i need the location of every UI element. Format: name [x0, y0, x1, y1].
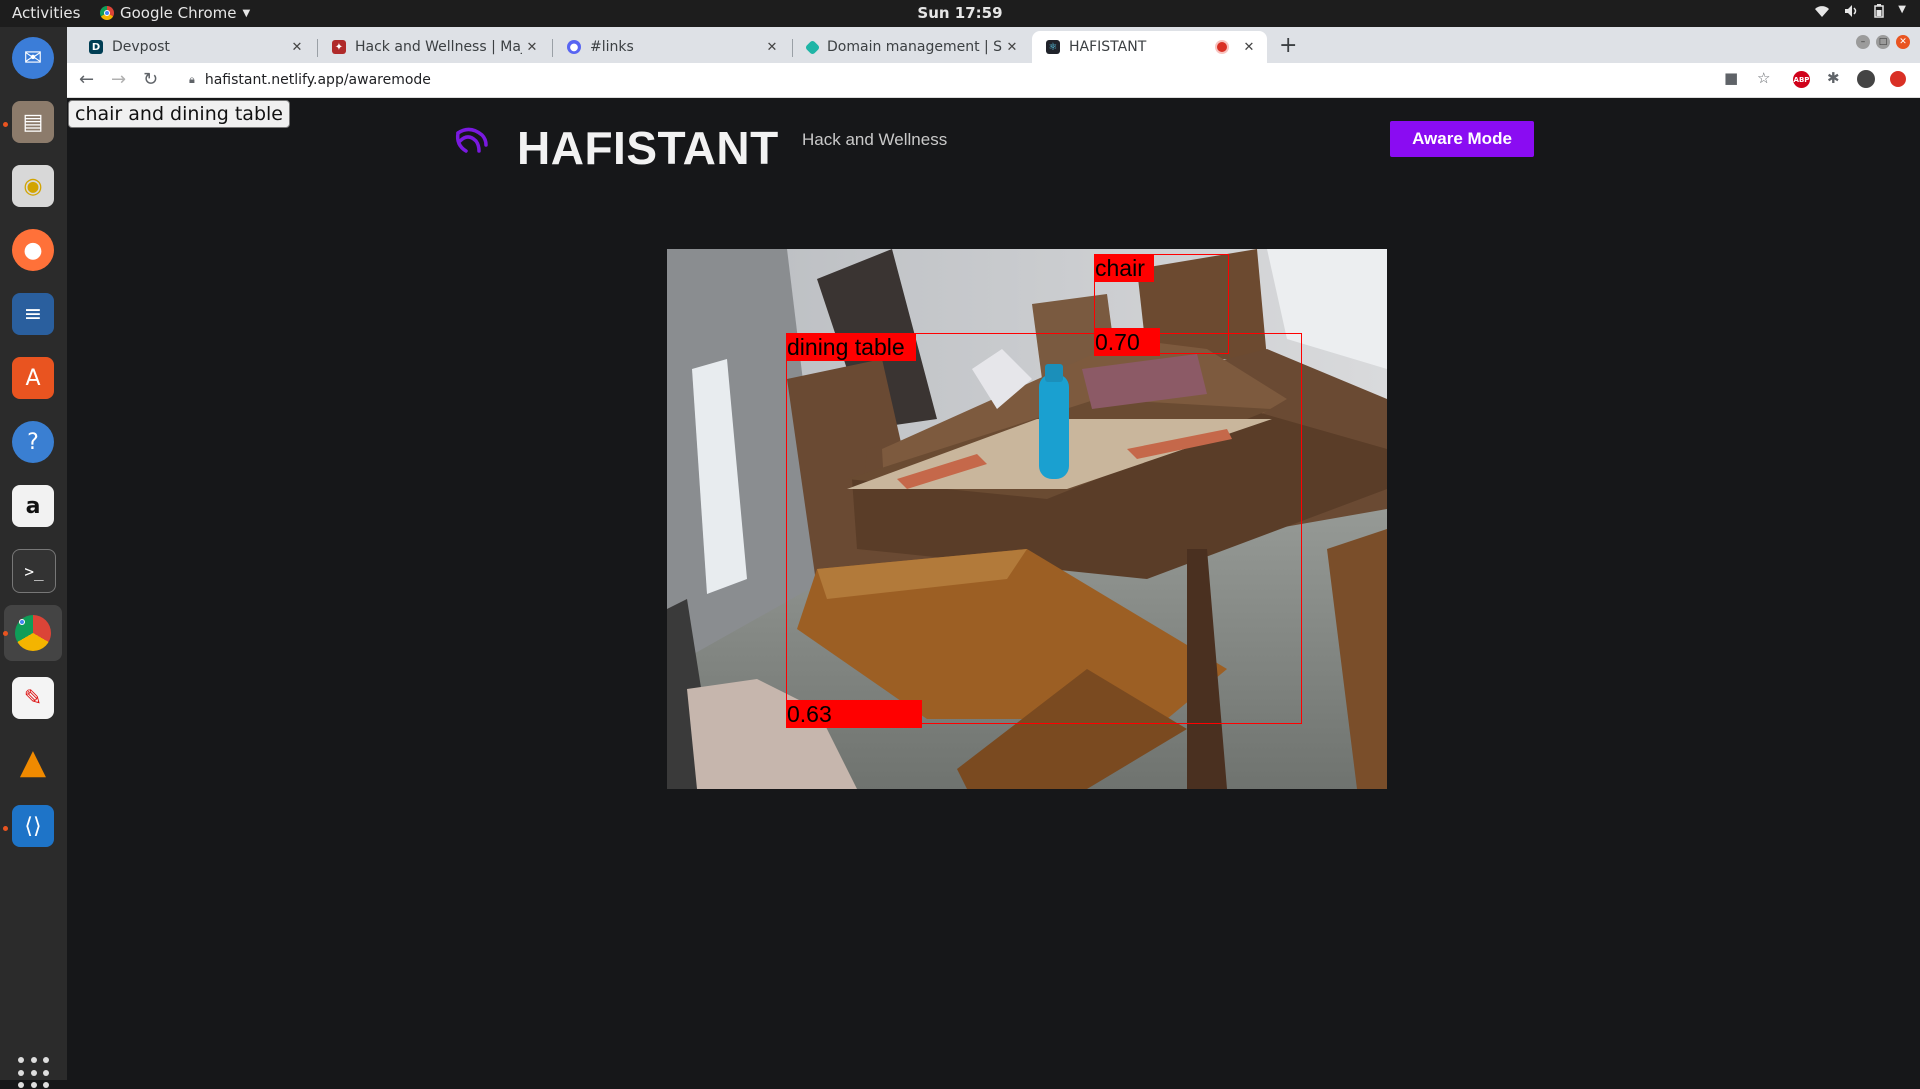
lock-icon: 🔒︎ — [189, 73, 195, 86]
tab-strip: D Devpost ✕ ✦ Hack and Wellness | Majo ✕… — [67, 27, 1920, 63]
launcher-dock: ✉ ▤ ◉ ● ≡ A ? a >_ ✎ ▲ ⟨⟩ — [0, 27, 68, 1089]
page-content: chair and dining table HAFISTANT Hack an… — [67, 98, 1920, 1080]
tab-title: Devpost — [112, 39, 170, 55]
close-icon[interactable]: ✕ — [522, 40, 542, 55]
tab-title: Hack and Wellness | Majo — [355, 39, 522, 55]
detection-tooltip: chair and dining table — [68, 100, 290, 128]
system-top-bar: Activities Google Chrome ▼ Sun 17:59 ▼ — [0, 0, 1920, 27]
hafistant-logo-icon — [455, 127, 488, 153]
volume-icon — [1844, 4, 1860, 22]
vscode-icon[interactable]: ⟨⟩ — [12, 805, 54, 847]
close-icon[interactable]: ✕ — [1002, 40, 1022, 55]
chevron-down-icon: ▼ — [1898, 4, 1906, 15]
tab-title: HAFISTANT — [1069, 39, 1147, 55]
libreoffice-writer-icon[interactable]: ≡ — [12, 293, 54, 335]
help-icon[interactable]: ? — [12, 421, 54, 463]
tab-hafistant[interactable]: ⚛ HAFISTANT ✕ — [1032, 31, 1267, 63]
adblock-plus-icon[interactable]: ABP — [1793, 71, 1810, 88]
discord-icon: ● — [567, 40, 581, 54]
majorleague-icon: ✦ — [332, 40, 346, 54]
toolbar: ← → ↻ 🔒︎ hafistant.netlify.app/awaremode… — [67, 63, 1920, 98]
text-editor-icon[interactable]: ✎ — [12, 677, 54, 719]
new-tab-button[interactable]: + — [1279, 33, 1297, 58]
vlc-icon[interactable]: ▲ — [12, 741, 54, 783]
detection-box-dining-table — [786, 333, 1302, 724]
close-icon[interactable]: ✕ — [1239, 40, 1259, 55]
tab-devpost[interactable]: D Devpost ✕ — [75, 31, 315, 63]
software-center-icon[interactable]: A — [12, 357, 54, 399]
close-icon[interactable]: ✕ — [287, 40, 307, 55]
rhythmbox-icon[interactable]: ◉ — [12, 165, 54, 207]
minimize-button[interactable]: – — [1856, 35, 1870, 49]
chrome-icon — [15, 615, 51, 651]
detection-label-chair: chair — [1094, 254, 1154, 282]
detection-label-dining-table: dining table — [786, 333, 916, 361]
address-bar[interactable]: 🔒︎ hafistant.netlify.app/awaremode — [179, 66, 1774, 94]
thunderbird-icon[interactable]: ✉ — [12, 37, 54, 79]
running-indicator — [3, 826, 8, 831]
extensions-icon[interactable]: ✱ — [1827, 69, 1840, 87]
tab-hack-and-wellness[interactable]: ✦ Hack and Wellness | Majo ✕ — [318, 31, 550, 63]
maximize-button[interactable]: □ — [1876, 35, 1890, 49]
wifi-icon — [1814, 4, 1830, 22]
close-icon[interactable]: ✕ — [762, 40, 782, 55]
webcam-feed: chair 0.70 dining table 0.63 — [667, 249, 1387, 789]
firefox-icon[interactable]: ● — [12, 229, 54, 271]
forward-button[interactable]: → — [111, 69, 126, 90]
amazon-icon[interactable]: a — [12, 485, 54, 527]
system-tray[interactable]: ▼ — [1814, 4, 1906, 22]
devpost-icon: D — [89, 40, 103, 54]
bookmark-star-icon[interactable]: ☆ — [1757, 69, 1770, 87]
show-applications-icon[interactable] — [18, 1057, 50, 1089]
aware-mode-button[interactable]: Aware Mode — [1390, 121, 1534, 157]
tab-domain-management[interactable]: Domain management | Si ✕ — [793, 31, 1030, 63]
terminal-icon[interactable]: >_ — [12, 549, 56, 593]
profile-avatar[interactable] — [1857, 70, 1875, 88]
tab-title: #links — [590, 39, 634, 55]
update-alert-icon[interactable] — [1890, 71, 1906, 87]
running-indicator — [3, 122, 8, 127]
running-indicator — [3, 631, 8, 636]
reload-button[interactable]: ↻ — [143, 69, 158, 90]
tab-links[interactable]: ● #links ✕ — [553, 31, 790, 63]
clock[interactable]: Sun 17:59 — [0, 4, 1920, 22]
netlify-icon — [804, 39, 821, 55]
tab-title: Domain management | Si — [827, 39, 1002, 55]
files-icon[interactable]: ▤ — [12, 101, 54, 143]
battery-icon — [1874, 4, 1885, 22]
back-button[interactable]: ← — [79, 69, 94, 90]
chrome-dock-icon[interactable] — [4, 605, 62, 661]
tagline-link[interactable]: Hack and Wellness — [802, 130, 947, 150]
close-window-button[interactable]: ✕ — [1896, 35, 1910, 49]
recording-indicator-icon — [1215, 40, 1229, 54]
url-text: hafistant.netlify.app/awaremode — [204, 72, 431, 88]
brand-title[interactable]: HAFISTANT — [517, 121, 779, 175]
react-icon: ⚛ — [1046, 40, 1060, 54]
window-controls: – □ ✕ — [1856, 35, 1910, 49]
detection-score-dining-table: 0.63 — [786, 700, 922, 728]
camera-in-use-icon[interactable]: ■ — [1724, 69, 1738, 87]
